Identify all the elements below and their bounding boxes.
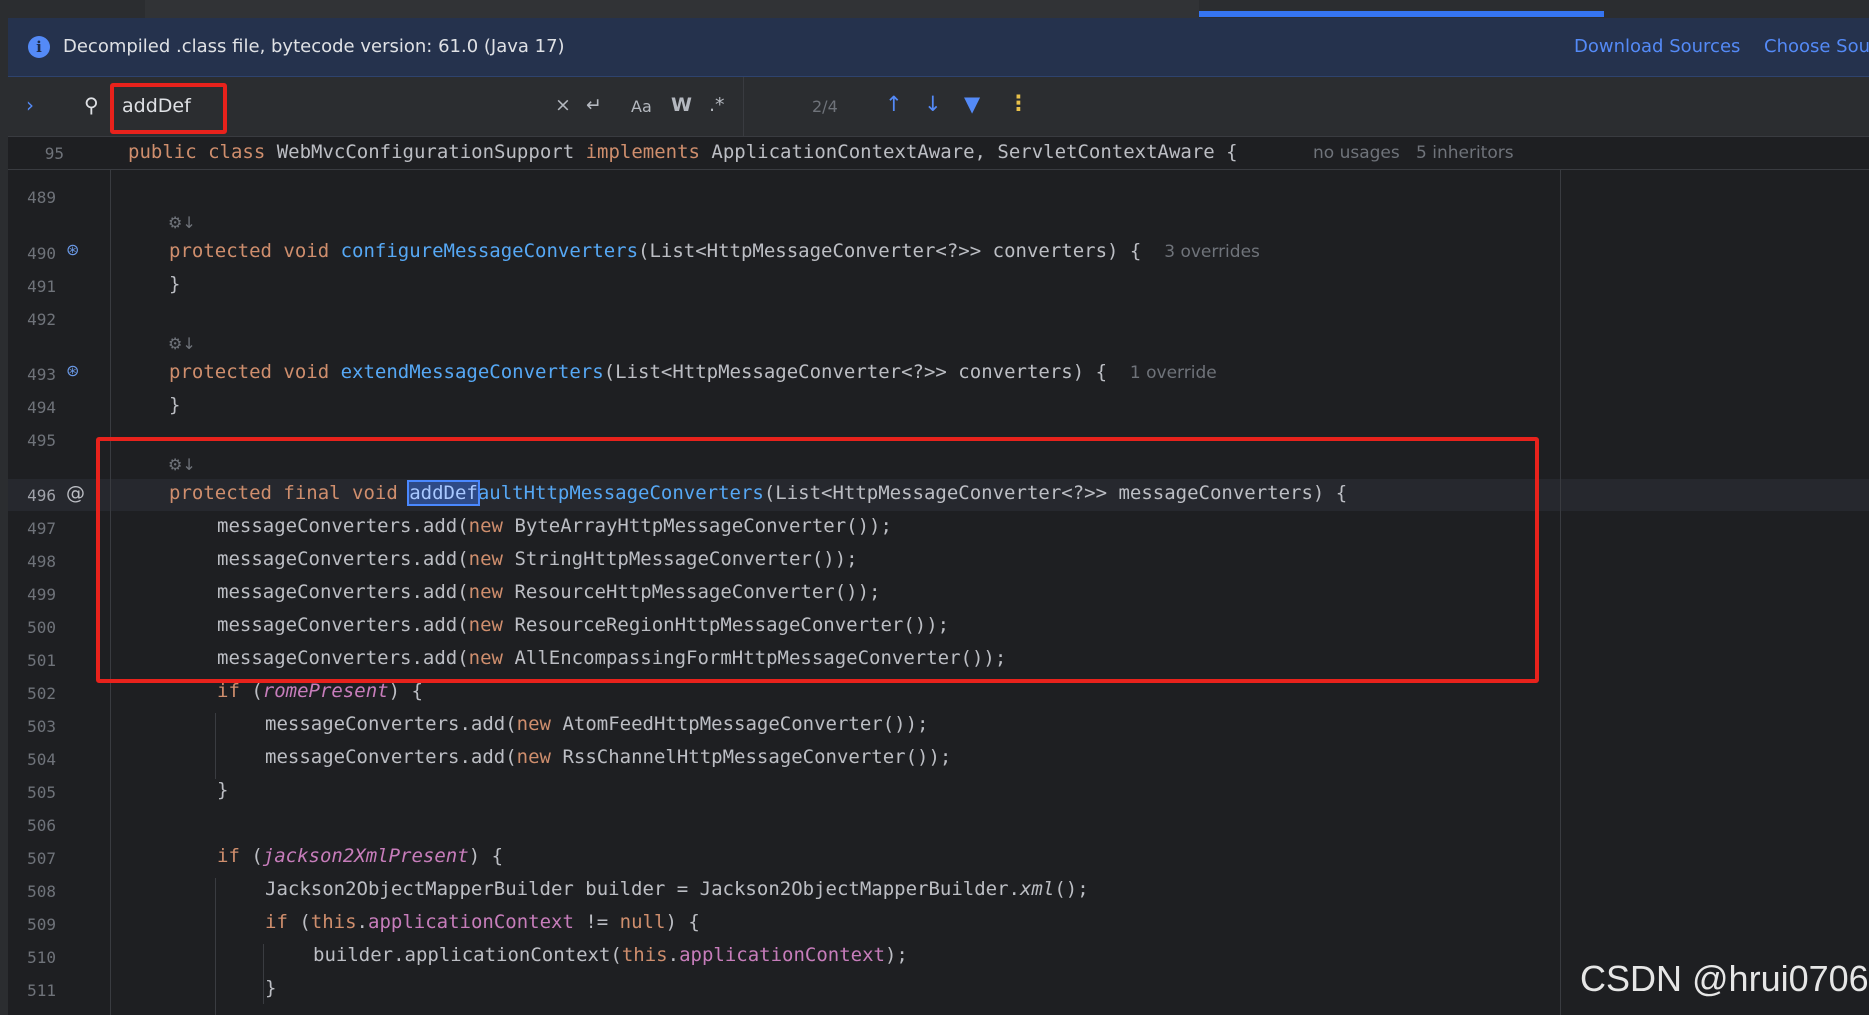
decompiled-banner: i Decompiled .class file, bytecode versi… [8, 18, 1869, 77]
line-number: 495 [27, 431, 56, 450]
usages-hint[interactable]: no usages [1313, 143, 1400, 163]
line-number: 508 [27, 882, 56, 901]
line-number: 507 [27, 849, 56, 868]
banner-message: Decompiled .class file, bytecode version… [63, 36, 565, 57]
previous-occurrence-arrow-up-icon[interactable]: ↑ [885, 92, 903, 116]
overrides-hint: 3 overrides [1164, 242, 1260, 262]
line-number: 499 [27, 585, 56, 604]
choose-sources-link[interactable]: Choose Sourc [1764, 36, 1869, 57]
line-number: 490 [27, 244, 56, 263]
left-panel-edge [0, 18, 8, 1015]
line-number: 506 [27, 816, 56, 835]
line-number: 504 [27, 750, 56, 769]
more-options-icon[interactable]: ⋮ [1008, 91, 1029, 115]
code-line-494[interactable]: } [169, 394, 180, 416]
match-count: 2/4 [812, 97, 838, 116]
find-bar: › ⚲ × ↵ Aa W .* 2/4 ↑ ↓ ▼ ⋮ [8, 77, 1869, 137]
line-number: 511 [27, 981, 56, 1000]
filter-icon[interactable]: ▼ [964, 92, 980, 116]
active-tab-indicator [1199, 11, 1604, 17]
code-line-504[interactable]: messageConverters.add(new RssChannelHttp… [265, 746, 951, 768]
line-number: 489 [27, 188, 56, 207]
code-line-490[interactable]: protected void configureMessageConverter… [169, 240, 1260, 262]
words-toggle[interactable]: W [671, 94, 692, 116]
indent-guide [215, 878, 216, 1015]
line-number: 505 [27, 783, 56, 802]
code-line-507[interactable]: if (jackson2XmlPresent) { [217, 845, 503, 867]
match-case-toggle[interactable]: Aa [631, 97, 652, 116]
line-number: 510 [27, 948, 56, 967]
code-line-510[interactable]: builder.applicationContext(this.applicat… [313, 944, 908, 966]
code-line-491[interactable]: } [169, 273, 180, 295]
code-line-509[interactable]: if (this.applicationContext != null) { [265, 911, 700, 933]
clear-search-icon[interactable]: × [555, 94, 571, 116]
annotation-at-icon[interactable]: @ [66, 482, 85, 504]
code-line-503[interactable]: messageConverters.add(new AtomFeedHttpMe… [265, 713, 928, 735]
override-hint: 1 override [1129, 363, 1217, 383]
line-number: 494 [27, 398, 56, 417]
line-number: 493 [27, 365, 56, 384]
line-number: 492 [27, 310, 56, 329]
next-occurrence-arrow-down-icon[interactable]: ↓ [924, 92, 942, 116]
code-line-493[interactable]: protected void extendMessageConverters(L… [169, 361, 1217, 383]
sticky-class-header[interactable]: 95 public class WebMvcConfigurationSuppo… [8, 137, 1869, 170]
expand-replace-chevron-icon[interactable]: › [26, 93, 34, 117]
class-declaration: public class WebMvcConfigurationSupport … [128, 141, 1238, 163]
regex-toggle[interactable]: .* [709, 94, 725, 116]
line-number: 500 [27, 618, 56, 637]
code-line-511[interactable]: } [265, 977, 276, 999]
code-line-505[interactable]: } [217, 779, 228, 801]
line-number: 498 [27, 552, 56, 571]
info-icon: i [28, 36, 50, 58]
code-line-508[interactable]: Jackson2ObjectMapperBuilder builder = Ja… [265, 878, 1089, 900]
line-number: 491 [27, 277, 56, 296]
top-tab-strip [0, 0, 1869, 18]
annotation-box-search [110, 83, 227, 134]
tab-strip-area [145, 0, 1199, 18]
inheritors-hint[interactable]: 5 inheritors [1416, 143, 1514, 163]
line-number: 497 [27, 519, 56, 538]
indent-guide [215, 713, 216, 779]
ai-code-lens-icon[interactable]: ⚙↓ [168, 334, 196, 353]
find-bar-separator [743, 77, 744, 136]
overridden-method-icon[interactable]: ⊛ [66, 361, 79, 380]
line-number: 502 [27, 684, 56, 703]
right-margin-guide [1560, 160, 1561, 1015]
new-line-icon[interactable]: ↵ [586, 94, 602, 116]
watermark: CSDN @hrui0706 [1580, 958, 1869, 999]
annotation-box-method [96, 437, 1539, 683]
code-line-502[interactable]: if (romePresent) { [217, 680, 423, 702]
line-number: 503 [27, 717, 56, 736]
line-number: 95 [44, 144, 64, 163]
download-sources-link[interactable]: Download Sources [1574, 36, 1740, 57]
line-number: 501 [27, 651, 56, 670]
line-number: 509 [27, 915, 56, 934]
line-number: 496 [27, 486, 56, 505]
search-history-icon[interactable]: ⚲ [84, 93, 99, 117]
indent-guide [263, 944, 264, 1004]
ai-code-lens-icon[interactable]: ⚙↓ [168, 213, 196, 232]
overridden-method-icon[interactable]: ⊛ [66, 240, 79, 259]
